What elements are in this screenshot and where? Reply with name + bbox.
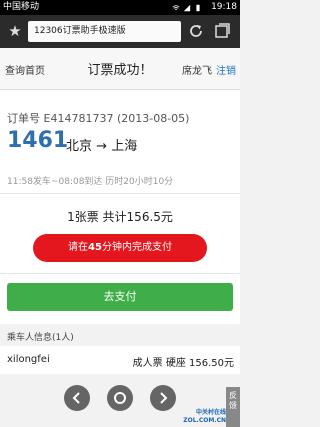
payment-deadline-notice: 请在45分钟内完成支付 xyxy=(33,234,207,262)
chevron-left-icon xyxy=(72,392,80,404)
url-bar[interactable]: 12306订票助手极速版 xyxy=(28,21,181,42)
forward-button[interactable] xyxy=(150,385,176,411)
order-number-line: 订单号 E414781737 (2013-08-05) xyxy=(7,110,189,126)
notice-post: 分钟内完成支付 xyxy=(101,242,172,253)
refresh-icon[interactable] xyxy=(186,21,206,41)
battery-icon xyxy=(196,4,200,11)
menu-button[interactable] xyxy=(107,385,133,411)
browser-toolbar: ★ 12306订票助手极速版 xyxy=(0,15,240,48)
order-date: (2013-08-05) xyxy=(116,112,190,125)
train-number: 1461 xyxy=(7,128,69,153)
divider xyxy=(0,193,240,194)
back-button[interactable] xyxy=(64,385,90,411)
from-station: 北京 xyxy=(66,139,93,154)
order-label: 订单号 xyxy=(7,112,40,125)
signal-icon xyxy=(183,4,191,11)
bookmark-star-icon[interactable]: ★ xyxy=(5,21,25,41)
status-icons xyxy=(172,0,202,15)
chevron-right-icon xyxy=(160,392,168,404)
carrier-label: 中国移动 xyxy=(3,2,40,12)
circle-menu-icon xyxy=(114,392,126,404)
home-link[interactable]: 查询首页 xyxy=(5,62,45,77)
logout-link[interactable]: 注销 xyxy=(216,62,236,77)
trip-timing: 11:58发车~08:08到达 历时20小时10分 xyxy=(7,177,174,187)
route-arrow-icon: → xyxy=(96,139,108,154)
page-title: 订票成功！ xyxy=(87,63,153,78)
status-bar: 中国移动 19:18 xyxy=(0,0,240,15)
watermark-logo: 中关村在线 ZOL.COM.CN xyxy=(183,409,226,424)
route: 北京 → 上海 xyxy=(66,135,137,154)
passenger-name: xilongfei xyxy=(7,354,50,365)
passenger-header: 乘车人信息(1人) xyxy=(7,333,74,343)
notice-minutes: 45 xyxy=(88,242,102,253)
wifi-icon xyxy=(172,4,180,10)
page-header: 查询首页 订票成功！ 席龙飞 注销 xyxy=(0,48,240,90)
passenger-row: xilongfei 成人票 硬座 156.50元 xyxy=(0,346,240,374)
divider xyxy=(0,273,240,274)
ticket-summary: 1张票 共计156.5元 xyxy=(67,210,173,224)
user-name: 席龙飞 xyxy=(182,66,212,77)
passenger-ticket-info: 成人票 硬座 156.50元 xyxy=(132,358,234,369)
tabs-icon[interactable] xyxy=(212,21,232,41)
order-number: E414781737 xyxy=(43,112,114,125)
order-content: 订单号 E414781737 (2013-08-05) 1461 北京 → 上海… xyxy=(0,90,240,427)
feedback-tab[interactable]: 反馈 xyxy=(226,387,240,427)
notice-pre: 请在 xyxy=(68,242,89,253)
pay-button[interactable]: 去支付 xyxy=(7,283,233,311)
clock: 19:18 xyxy=(211,2,237,12)
to-station: 上海 xyxy=(111,139,138,154)
